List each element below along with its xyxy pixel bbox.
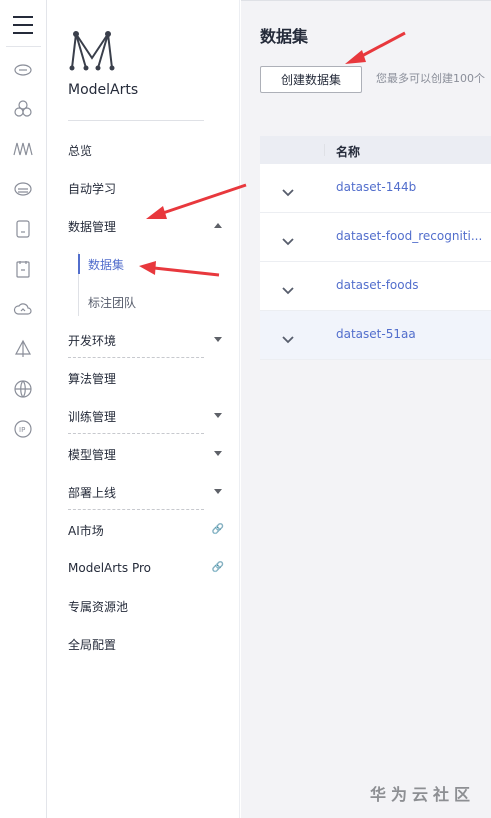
nav-label: 标注团队 (88, 295, 137, 310)
nav-label: 专属资源池 (68, 599, 129, 614)
caret-down-icon (214, 413, 222, 418)
caret-down-icon (214, 489, 222, 494)
cluster-icon[interactable] (12, 98, 34, 120)
nav-item-overview[interactable]: 总览 (68, 135, 232, 165)
icon-rail: IP (0, 0, 47, 818)
table-header: 名称 (260, 136, 491, 164)
waveform-icon[interactable] (12, 138, 34, 160)
nav-item-auto-learning[interactable]: 自动学习 (68, 173, 232, 203)
dataset-name-link[interactable]: dataset-144b (336, 180, 491, 194)
nav-item-labeling-teams[interactable]: 标注团队 (88, 290, 136, 314)
nav-item-modelarts-pro[interactable]: ModelArts Pro 🔗 (68, 553, 232, 583)
nav-item-data-management[interactable]: 数据管理 (68, 211, 232, 241)
svg-text:IP: IP (19, 426, 25, 434)
page-title: 数据集 (260, 27, 309, 46)
main-content: 数据集 创建数据集 您最多可以创建100个 名称 dataset-144b da… (241, 0, 491, 818)
create-dataset-button[interactable]: 创建数据集 (260, 66, 362, 93)
nav-label: 训练管理 (68, 409, 117, 424)
dataset-name-link[interactable]: dataset-food_recogniti... (336, 229, 491, 243)
table-row: dataset-51aa (260, 311, 491, 360)
nav-item-dedicated-pool[interactable]: 专属资源池 (68, 591, 232, 621)
nav-divider (68, 433, 204, 434)
brand-name: ModelArts (68, 82, 139, 98)
column-separator (324, 144, 325, 156)
service-sidebar: ModelArts 总览 自动学习 数据管理 数据集 标注团队 开发环境 算法管… (48, 0, 240, 818)
nav-divider (68, 509, 204, 510)
cloud-server-icon[interactable] (12, 178, 34, 200)
table-row: dataset-foods (260, 262, 491, 311)
column-header-name: 名称 (336, 145, 361, 159)
ip-icon[interactable]: IP (12, 418, 34, 440)
modelarts-logo-icon (69, 31, 115, 71)
nav-label: 总览 (68, 143, 93, 158)
nav-label: 数据集 (88, 257, 125, 272)
watermark: 华为云社区 (370, 785, 476, 804)
brand-divider (68, 120, 204, 121)
nav-label: 自动学习 (68, 181, 117, 196)
nav-label: AI市场 (68, 523, 104, 538)
nav-item-global-config[interactable]: 全局配置 (68, 629, 232, 659)
menu-icon[interactable] (13, 16, 33, 34)
table-row: dataset-144b (260, 164, 491, 213)
nav-label: 开发环境 (68, 333, 117, 348)
external-link-icon: 🔗 (211, 562, 224, 573)
rail-divider (6, 46, 41, 47)
nav-item-model-mgmt[interactable]: 模型管理 (68, 439, 232, 469)
nav-label: 算法管理 (68, 371, 117, 386)
nav-label: 数据管理 (68, 219, 117, 234)
chevron-down-icon[interactable] (282, 182, 294, 197)
chevron-down-icon[interactable] (282, 231, 294, 246)
dataset-name-link[interactable]: dataset-foods (336, 278, 491, 292)
caret-down-icon (214, 451, 222, 456)
nav-divider (68, 357, 204, 358)
nav-label: 模型管理 (68, 447, 117, 462)
nav-item-training-mgmt[interactable]: 训练管理 (68, 401, 232, 431)
caret-down-icon (214, 337, 222, 342)
document-icon[interactable] (12, 258, 34, 280)
dataset-table: 名称 dataset-144b dataset-food_recogniti..… (260, 136, 491, 360)
nav-item-deploy[interactable]: 部署上线 (68, 477, 232, 507)
nav-label: ModelArts Pro (68, 561, 151, 575)
table-row: dataset-food_recogniti... (260, 213, 491, 262)
sail-icon[interactable] (12, 338, 34, 360)
nav-item-datasets[interactable]: 数据集 (88, 252, 124, 276)
submenu-active-indicator (78, 254, 80, 274)
chevron-down-icon[interactable] (282, 280, 294, 295)
chevron-down-icon[interactable] (282, 329, 294, 344)
nav-item-dev-env[interactable]: 开发环境 (68, 325, 232, 355)
cloud-upload-icon[interactable] (12, 298, 34, 320)
globe-icon[interactable] (12, 378, 34, 400)
cloud-icon[interactable] (12, 58, 34, 80)
quota-hint: 您最多可以创建100个 (376, 72, 485, 85)
nav-item-ai-market[interactable]: AI市场 🔗 (68, 515, 232, 545)
nav-item-algorithm-mgmt[interactable]: 算法管理 (68, 363, 232, 393)
nav-label: 部署上线 (68, 485, 117, 500)
dataset-name-link[interactable]: dataset-51aa (336, 327, 491, 341)
caret-up-icon (214, 223, 222, 228)
device-icon[interactable] (12, 218, 34, 240)
external-link-icon: 🔗 (211, 524, 224, 535)
nav-label: 全局配置 (68, 637, 117, 652)
